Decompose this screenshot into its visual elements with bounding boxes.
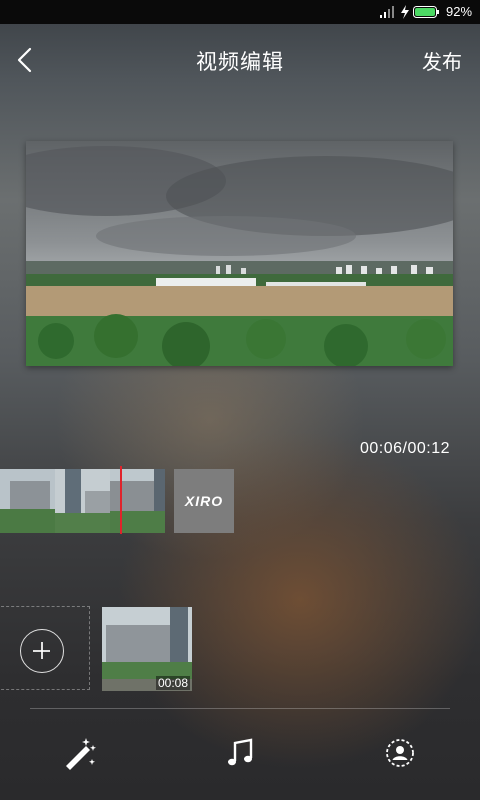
clip-duration: 00:08 [155, 676, 190, 690]
divider [30, 708, 450, 709]
charging-icon [401, 5, 409, 19]
status-bar: 92% [0, 0, 480, 24]
user-circle-icon[interactable] [382, 735, 418, 771]
timeline-frame [55, 469, 110, 533]
logo-frame: XIRO [174, 469, 234, 533]
battery-icon [413, 6, 439, 18]
timeline-frame [110, 469, 165, 533]
playhead[interactable] [120, 466, 122, 534]
logo-text: XIRO [184, 493, 224, 509]
preview-scene-image [26, 141, 453, 366]
timeline-frame [0, 469, 55, 533]
page-title: 视频编辑 [196, 50, 284, 74]
battery-percentage: 92% [446, 4, 473, 19]
magic-wand-icon[interactable] [62, 735, 98, 771]
add-clip-button[interactable] [0, 606, 90, 690]
music-note-icon[interactable] [222, 735, 258, 771]
playback-time: 00:06/00:12 [359, 440, 450, 457]
clip-thumbnail[interactable]: 00:08 [102, 607, 192, 691]
publish-button[interactable]: 发布 [422, 46, 462, 75]
signal-icon [380, 6, 394, 18]
plus-icon [20, 629, 64, 673]
video-preview[interactable] [26, 141, 453, 366]
